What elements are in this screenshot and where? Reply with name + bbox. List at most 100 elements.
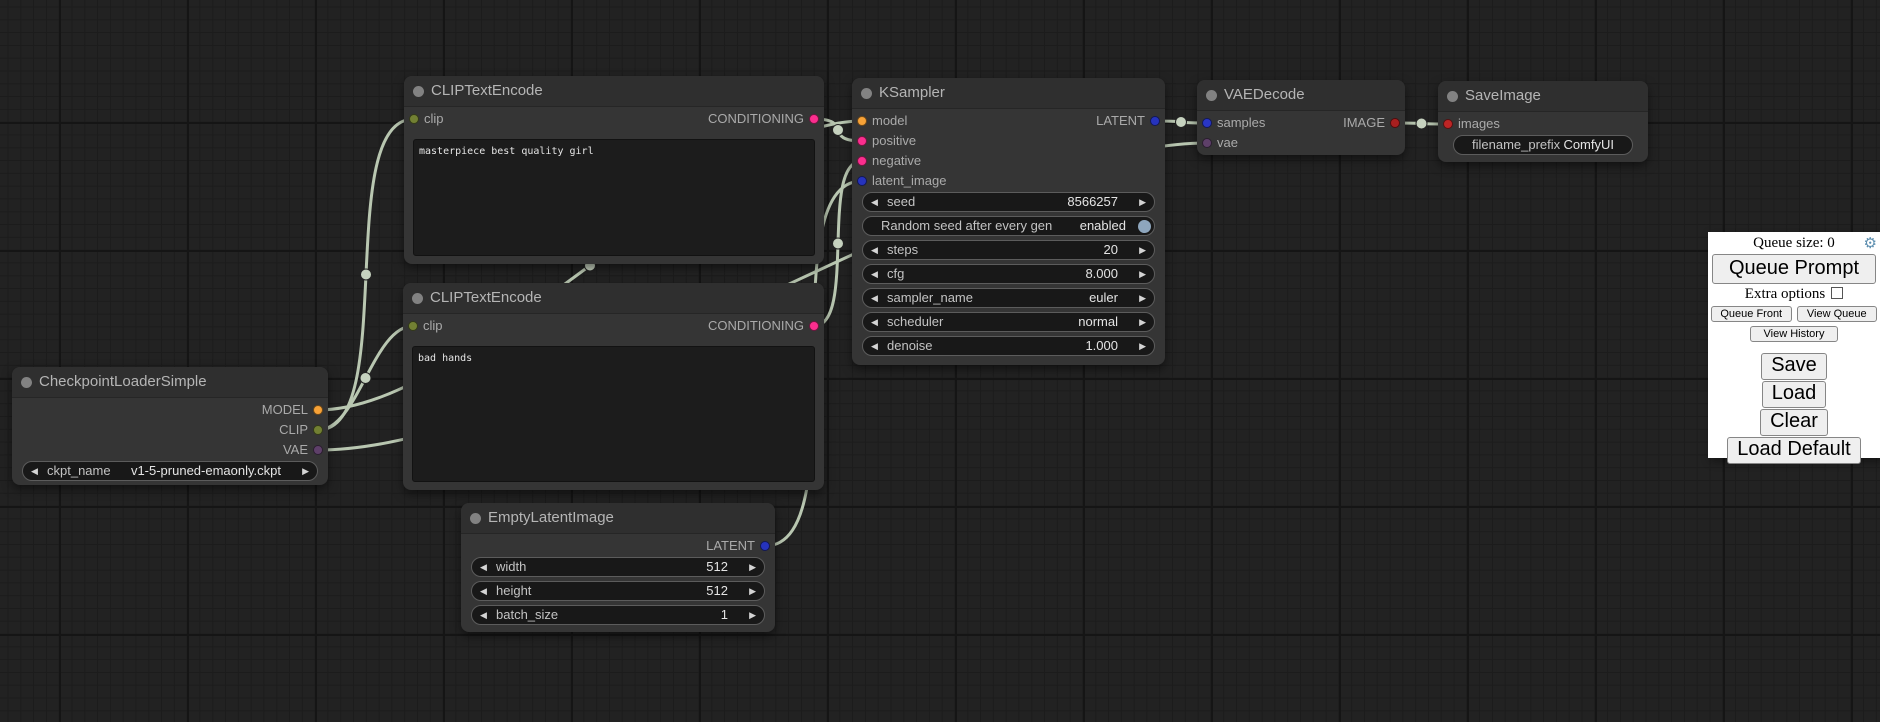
toggle-indicator[interactable] [1138,220,1151,233]
widget-ckpt-name[interactable]: ◀ckpt_namev1-5-pruned-emaonly.ckpt▶ [22,461,318,481]
increment-arrow-icon[interactable]: ▶ [1139,289,1146,307]
decrement-arrow-icon[interactable]: ◀ [480,606,487,624]
decrement-arrow-icon[interactable]: ◀ [871,265,878,283]
input-dot-model[interactable] [857,116,867,126]
widget-filename-prefix[interactable]: filename_prefixComfyUI [1453,135,1633,155]
input-dot-images[interactable] [1443,119,1453,129]
prompt-textarea[interactable]: masterpiece best quality girl [413,139,815,256]
decrement-arrow-icon[interactable]: ◀ [480,558,487,576]
decrement-arrow-icon[interactable]: ◀ [871,337,878,355]
widget-denoise[interactable]: ◀denoise1.000▶ [862,336,1155,356]
increment-arrow-icon[interactable]: ▶ [1139,241,1146,259]
decrement-arrow-icon[interactable]: ◀ [480,582,487,600]
clear-button[interactable]: Clear [1760,409,1828,436]
collapse-dot-icon[interactable] [861,88,872,99]
output-dot-clip[interactable] [313,425,323,435]
extra-options-checkbox[interactable] [1831,287,1843,299]
increment-arrow-icon[interactable]: ▶ [1139,265,1146,283]
node-checkpoint-loader[interactable]: CheckpointLoaderSimpleMODELCLIPVAE◀ckpt_… [12,367,328,485]
node-ksampler[interactable]: KSamplermodelLATENTpositivenegativelaten… [852,78,1165,365]
decrement-arrow-icon[interactable]: ◀ [871,193,878,211]
input-label-vae: vae [1217,133,1238,153]
increment-arrow-icon[interactable]: ▶ [1139,313,1146,331]
input-dot-vae[interactable] [1202,138,1212,148]
output-dot-latent[interactable] [760,541,770,551]
increment-arrow-icon[interactable]: ▶ [302,462,309,480]
input-dot-negative[interactable] [857,156,867,166]
input-dot-samples[interactable] [1202,118,1212,128]
collapse-dot-icon[interactable] [1206,90,1217,101]
node-title: CLIPTextEncode [430,283,542,313]
node-title-bar[interactable]: CLIPTextEncode [403,283,824,314]
widget-height[interactable]: ◀height512▶ [471,581,765,601]
widget-value: 20 [1104,241,1118,259]
widget-label: steps [887,241,918,259]
widget-value: enabled [1080,217,1126,235]
output-dot-latent[interactable] [1150,116,1160,126]
widget-value: normal [1078,313,1118,331]
queue-front-button[interactable]: Queue Front [1711,306,1792,322]
node-title-bar[interactable]: EmptyLatentImage [461,503,775,534]
collapse-dot-icon[interactable] [1447,91,1458,102]
node-title-bar[interactable]: CLIPTextEncode [404,76,824,107]
node-clip-text-encode-negative[interactable]: CLIPTextEncodeclipCONDITIONINGbad hands [403,283,824,490]
output-dot-model[interactable] [313,405,323,415]
input-label-images: images [1458,114,1500,134]
decrement-arrow-icon[interactable]: ◀ [871,289,878,307]
decrement-arrow-icon[interactable]: ◀ [871,241,878,259]
node-clip-text-encode-positive[interactable]: CLIPTextEncodeclipCONDITIONINGmasterpiec… [404,76,824,264]
view-history-button[interactable]: View History [1750,326,1838,342]
widget-label: filename_prefix [1472,136,1560,154]
node-title-bar[interactable]: CheckpointLoaderSimple [12,367,328,398]
node-vae-decode[interactable]: VAEDecodesamplesIMAGEvae [1197,80,1405,155]
load-default-button[interactable]: Load Default [1727,437,1860,464]
node-title-bar[interactable]: VAEDecode [1197,80,1405,111]
increment-arrow-icon[interactable]: ▶ [1139,337,1146,355]
view-queue-button[interactable]: View Queue [1797,306,1878,322]
widget-seed[interactable]: ◀seed8566257▶ [862,192,1155,212]
widget-value: 512 [706,558,728,576]
settings-gear-icon[interactable]: ⚙ [1864,234,1877,253]
load-button[interactable]: Load [1762,381,1827,408]
save-button[interactable]: Save [1761,353,1827,380]
widget-value: v1-5-pruned-emaonly.ckpt [131,462,281,480]
increment-arrow-icon[interactable]: ▶ [749,558,756,576]
input-dot-clip[interactable] [408,321,418,331]
input-dot-clip[interactable] [409,114,419,124]
queue-prompt-button[interactable]: Queue Prompt [1712,254,1876,284]
input-label-clip: clip [424,109,444,129]
widget-value: euler [1089,289,1118,307]
increment-arrow-icon[interactable]: ▶ [749,582,756,600]
collapse-dot-icon[interactable] [470,513,481,524]
output-label-latent: LATENT [1096,111,1145,131]
widget-scheduler[interactable]: ◀schedulernormal▶ [862,312,1155,332]
output-dot-image[interactable] [1390,118,1400,128]
widget-cfg[interactable]: ◀cfg8.000▶ [862,264,1155,284]
node-title: CLIPTextEncode [431,76,543,106]
increment-arrow-icon[interactable]: ▶ [749,606,756,624]
increment-arrow-icon[interactable]: ▶ [1139,193,1146,211]
output-dot-vae[interactable] [313,445,323,455]
node-title-bar[interactable]: SaveImage [1438,81,1648,112]
widget-batch-size[interactable]: ◀batch_size1▶ [471,605,765,625]
prompt-textarea[interactable]: bad hands [412,346,815,482]
output-dot-conditioning[interactable] [809,114,819,124]
collapse-dot-icon[interactable] [413,86,424,97]
collapse-dot-icon[interactable] [21,377,32,388]
collapse-dot-icon[interactable] [412,293,423,304]
decrement-arrow-icon[interactable]: ◀ [871,313,878,331]
input-dot-positive[interactable] [857,136,867,146]
widget-sampler-name[interactable]: ◀sampler_nameeuler▶ [862,288,1155,308]
widget-steps[interactable]: ◀ steps 20 ▶ [862,240,1155,260]
node-empty-latent-image[interactable]: EmptyLatentImageLATENT◀width512▶◀height5… [461,503,775,632]
widget-width[interactable]: ◀width512▶ [471,557,765,577]
node-save-image[interactable]: SaveImageimagesfilename_prefixComfyUI [1438,81,1648,162]
node-title-bar[interactable]: KSampler [852,78,1165,109]
output-dot-conditioning[interactable] [809,321,819,331]
decrement-arrow-icon[interactable]: ◀ [31,462,38,480]
input-dot-latent-image[interactable] [857,176,867,186]
widget-random-seed-after-every-gen[interactable]: Random seed after every genenabled [862,216,1155,236]
slot-row: latent_image [852,171,1165,191]
node-graph-canvas[interactable]: CheckpointLoaderSimpleMODELCLIPVAE◀ckpt_… [0,0,1880,722]
input-label-clip: clip [423,316,443,336]
